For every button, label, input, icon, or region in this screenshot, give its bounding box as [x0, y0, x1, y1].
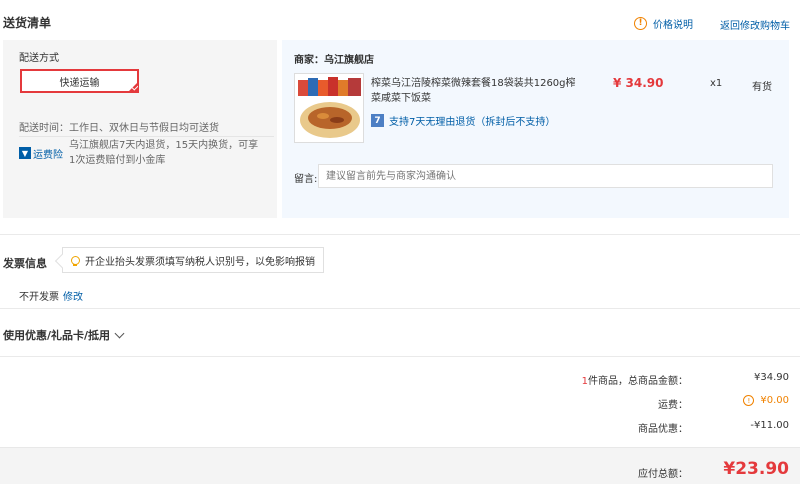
invoice-title: 发票信息	[3, 257, 47, 270]
shipping-method-express-button[interactable]: 快递运输	[20, 69, 139, 93]
delivery-divider	[19, 136, 274, 137]
chevron-down-icon	[114, 328, 125, 338]
delivery-list-title: 送货清单	[3, 16, 52, 30]
goods-amount: ¥34.90	[754, 372, 789, 383]
shipping-fee-amount: ¥0.00	[760, 395, 789, 406]
shipping-fee-row: ! ¥0.00	[743, 395, 789, 406]
price-explanation-link[interactable]: ! 价格说明	[634, 16, 693, 31]
return-policy-row: 7 支持7天无理由退货（拆封后不支持）	[371, 113, 555, 128]
insurance-icon: ▼	[19, 147, 31, 159]
invoice-status-row: 不开发票 修改	[19, 288, 83, 303]
product-price: ¥ 34.90	[613, 76, 664, 90]
section-divider	[0, 308, 800, 309]
coupon-section-title: 使用优惠/礼品卡/抵用	[3, 329, 111, 342]
merchant-name: 商家：乌江旗舰店	[294, 55, 374, 66]
product-stock-status: 有货	[752, 82, 772, 93]
message-label: 留言:	[294, 174, 318, 185]
invoice-edit-link[interactable]: 修改	[63, 292, 83, 303]
message-input[interactable]	[318, 164, 773, 188]
product-image-icon	[295, 74, 363, 142]
shipping-fee-label: 运费：	[658, 400, 688, 411]
goods-count-suffix: 件商品，总商品金额：	[588, 376, 688, 387]
warning-icon: !	[634, 17, 647, 30]
shipping-method-label: 配送方式	[19, 53, 59, 64]
invoice-tip-tooltip: 开企业抬头发票须填写纳税人识别号，以免影响报销	[62, 247, 324, 273]
shipping-info-icon[interactable]: !	[743, 395, 755, 406]
price-explanation-label: 价格说明	[653, 20, 693, 31]
shipping-insurance-label: 运费险	[33, 149, 63, 161]
total-label: 应付总额：	[638, 469, 688, 480]
return-policy-text: 支持7天无理由退货（拆封后不支持）	[389, 117, 556, 128]
discount-amount: -¥11.00	[750, 420, 789, 431]
shipping-method-express-label: 快递运输	[59, 77, 100, 89]
shipping-insurance-row: ▼ 运费险 乌江旗舰店7天内退货，15天内换货，可享1次运费赔付到小金库	[19, 138, 264, 168]
product-thumbnail[interactable]	[294, 73, 364, 143]
discount-label: 商品优惠：	[638, 424, 688, 435]
section-divider	[0, 356, 800, 357]
shipping-insurance-link[interactable]: ▼ 运费险	[19, 138, 63, 168]
total-amount: ¥23.90	[723, 459, 789, 479]
coupon-section-toggle[interactable]: 使用优惠/礼品卡/抵用	[3, 327, 125, 343]
invoice-tip-text: 开企业抬头发票须填写纳税人识别号，以免影响报销	[85, 256, 315, 268]
back-to-cart-link[interactable]: 返回修改购物车	[720, 17, 790, 32]
section-divider	[0, 234, 800, 235]
seven-day-return-icon: 7	[371, 114, 384, 127]
invoice-status: 不开发票	[19, 292, 59, 303]
delivery-time-text: 配送时间：工作日、双休日与节假日均可送货	[19, 123, 219, 134]
selected-check-icon	[128, 82, 138, 92]
shipping-insurance-text: 乌江旗舰店7天内退货，15天内换货，可享1次运费赔付到小金库	[69, 140, 259, 166]
goods-count-label: 1件商品，总商品金额：	[582, 372, 688, 387]
product-name-link[interactable]: 榨菜乌江涪陵榨菜微辣套餐18袋装共1260g榨菜咸菜下饭菜	[371, 76, 576, 106]
product-quantity: x1	[710, 78, 723, 89]
lightbulb-icon	[71, 255, 80, 266]
